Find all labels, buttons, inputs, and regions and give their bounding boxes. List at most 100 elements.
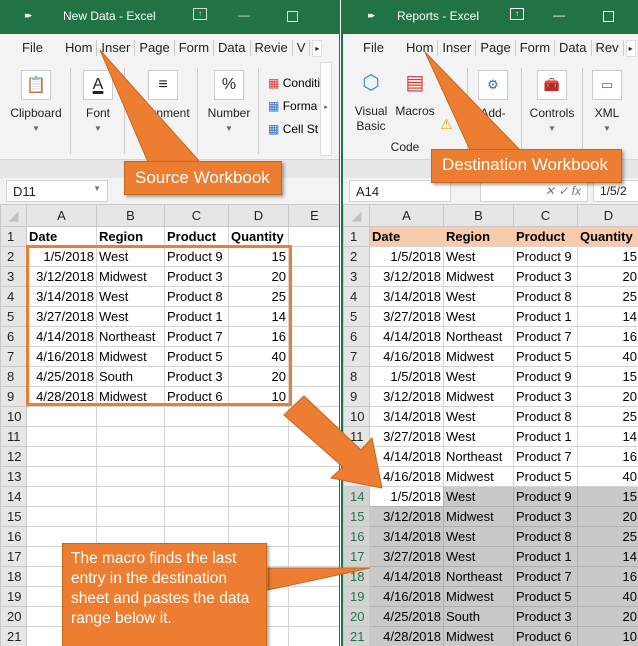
cell[interactable] [164, 406, 229, 427]
font-group[interactable]: A Font ▼ [78, 70, 118, 133]
cell[interactable]: West [443, 426, 514, 447]
tab-page[interactable]: Page [476, 40, 516, 56]
cell[interactable]: Product 1 [164, 306, 229, 327]
tab-page[interactable]: Page [135, 40, 175, 56]
cell[interactable]: Product 7 [513, 326, 578, 347]
cell[interactable]: Product 8 [513, 406, 578, 427]
cell[interactable]: Product 9 [164, 246, 229, 267]
cell[interactable] [164, 446, 229, 467]
header-cell[interactable]: Region [443, 226, 514, 247]
cell[interactable]: 25 [577, 526, 638, 547]
cell[interactable] [26, 446, 97, 467]
cell[interactable] [96, 466, 165, 487]
row-header-17[interactable]: 17 [343, 546, 370, 567]
quick-access-icon[interactable]: ▸▸ [25, 10, 32, 21]
cell[interactable]: 4/16/2018 [369, 466, 444, 487]
cell[interactable] [228, 506, 289, 527]
row-header-18[interactable]: 18 [343, 566, 370, 587]
cell[interactable] [288, 526, 339, 547]
cell[interactable] [164, 486, 229, 507]
cell[interactable]: West [443, 286, 514, 307]
cell[interactable]: Midwest [443, 586, 514, 607]
cell[interactable]: Product 5 [164, 346, 229, 367]
cell[interactable] [164, 466, 229, 487]
cell[interactable]: 4/16/2018 [369, 346, 444, 367]
row-header-15[interactable]: 15 [0, 506, 27, 527]
cell[interactable] [288, 286, 339, 307]
row-header-5[interactable]: 5 [0, 306, 27, 327]
tab-file[interactable]: File [359, 40, 388, 56]
cell[interactable] [228, 406, 289, 427]
format-as-table-button[interactable]: ▦ Forma [268, 95, 320, 118]
row-header-16[interactable]: 16 [0, 526, 27, 547]
cell[interactable]: 3/14/2018 [369, 406, 444, 427]
row-header-1[interactable]: 1 [343, 226, 370, 247]
cell[interactable]: Midwest [443, 626, 514, 646]
minimize-button[interactable]: — [553, 8, 565, 22]
cell[interactable]: Northeast [443, 566, 514, 587]
cell[interactable]: Midwest [96, 266, 165, 287]
cell[interactable]: Midwest [443, 386, 514, 407]
cell[interactable]: 20 [228, 366, 289, 387]
cell[interactable]: Product 8 [513, 286, 578, 307]
ribbon-display-icon[interactable]: ↑ [193, 8, 207, 20]
tab-hom[interactable]: Hom [61, 40, 98, 56]
tab-inser[interactable]: Inser [97, 40, 136, 56]
column-header-b[interactable]: B [443, 204, 514, 227]
cell[interactable]: 3/27/2018 [369, 426, 444, 447]
cell[interactable] [288, 546, 339, 567]
visual-basic-button[interactable]: ⬡ Visual Basic [351, 70, 391, 134]
quick-access-icon[interactable]: ▸▸ [368, 10, 375, 21]
cell[interactable]: 40 [577, 466, 638, 487]
header-cell[interactable]: Date [369, 226, 444, 247]
cell[interactable] [228, 466, 289, 487]
cell[interactable] [288, 386, 339, 407]
cell[interactable] [288, 246, 339, 267]
cell[interactable] [26, 506, 97, 527]
macros-button[interactable]: ▤ Macros [393, 70, 437, 118]
header-cell[interactable]: Quantity [228, 226, 289, 247]
cell[interactable]: Product 7 [513, 446, 578, 467]
cell[interactable]: West [96, 306, 165, 327]
cell[interactable]: West [96, 286, 165, 307]
cell[interactable]: 20 [577, 506, 638, 527]
cell[interactable]: Northeast [443, 326, 514, 347]
cell[interactable]: Product 9 [513, 366, 578, 387]
row-header-19[interactable]: 19 [0, 586, 27, 607]
cell[interactable]: 20 [228, 266, 289, 287]
cell[interactable] [288, 426, 339, 447]
maximize-button[interactable] [287, 11, 298, 22]
tab-data[interactable]: Data [555, 40, 592, 56]
cell[interactable] [26, 426, 97, 447]
select-all-corner[interactable]: ◢ [0, 204, 27, 227]
cell[interactable] [164, 426, 229, 447]
cell[interactable]: Product 9 [513, 486, 578, 507]
cell[interactable] [288, 446, 339, 467]
clipboard-group[interactable]: 📋 Clipboard ▼ [8, 70, 64, 133]
tab-rev[interactable]: Rev [592, 40, 624, 56]
cell[interactable]: Product 6 [164, 386, 229, 407]
cell[interactable]: 4/28/2018 [369, 626, 444, 646]
row-header-21[interactable]: 21 [0, 626, 27, 646]
row-header-19[interactable]: 19 [343, 586, 370, 607]
cell[interactable]: 1/5/2018 [369, 486, 444, 507]
cell[interactable]: 20 [577, 266, 638, 287]
tab-v[interactable]: V [293, 40, 311, 56]
column-header-d[interactable]: D [577, 204, 638, 227]
header-cell[interactable] [288, 226, 339, 247]
cell[interactable]: West [443, 526, 514, 547]
cell[interactable] [288, 566, 339, 587]
cell[interactable]: Product 3 [513, 266, 578, 287]
cell[interactable] [96, 446, 165, 467]
row-header-20[interactable]: 20 [343, 606, 370, 627]
header-cell[interactable]: Product [164, 226, 229, 247]
row-header-2[interactable]: 2 [343, 246, 370, 267]
row-header-8[interactable]: 8 [0, 366, 27, 387]
header-cell[interactable]: Quantity [577, 226, 638, 247]
cell[interactable] [288, 586, 339, 607]
cell[interactable]: Midwest [443, 506, 514, 527]
cell[interactable]: 3/12/2018 [369, 506, 444, 527]
row-header-11[interactable]: 11 [0, 426, 27, 447]
row-header-3[interactable]: 3 [0, 266, 27, 287]
cell[interactable]: Product 3 [513, 386, 578, 407]
